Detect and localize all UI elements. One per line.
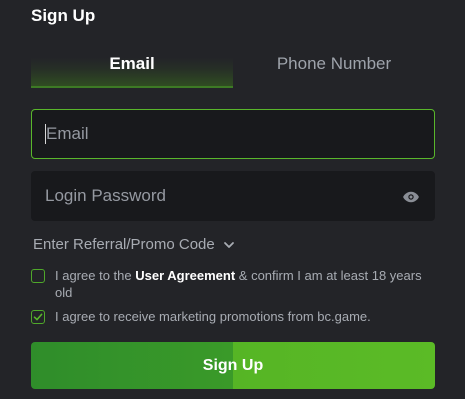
eye-icon[interactable] — [402, 188, 420, 206]
password-field[interactable] — [45, 186, 385, 206]
agreement-row: I agree to the User Agreement & confirm … — [31, 267, 441, 301]
checkmark-icon — [33, 313, 43, 321]
page-title: Sign Up — [31, 6, 96, 25]
email-field-container — [31, 109, 435, 159]
signup-method-tabs: Email Phone Number — [31, 48, 435, 90]
agreement-text: I agree to the User Agreement & confirm … — [55, 267, 441, 301]
signup-page: Sign Up Email Phone Number Enter Referra… — [0, 0, 465, 399]
tab-phone-number[interactable]: Phone Number — [233, 48, 435, 88]
tab-phone-number-label: Phone Number — [276, 54, 392, 73]
marketing-row: I agree to receive marketing promotions … — [31, 308, 441, 325]
email-field[interactable] — [46, 124, 386, 144]
password-field-container — [31, 171, 435, 221]
referral-code-toggle[interactable]: Enter Referral/Promo Code — [33, 236, 235, 253]
agreement-checkbox[interactable] — [31, 269, 45, 283]
sign-up-button-label: Sign Up — [202, 356, 264, 374]
user-agreement-link[interactable]: User Agreement — [135, 268, 235, 283]
marketing-checkbox[interactable] — [31, 310, 45, 324]
tab-email[interactable]: Email — [31, 48, 233, 88]
tab-email-label: Email — [109, 54, 155, 73]
marketing-text: I agree to receive marketing promotions … — [55, 309, 371, 324]
chevron-down-icon — [223, 241, 234, 248]
sign-up-button[interactable]: Sign Up — [31, 342, 435, 389]
referral-code-label: Enter Referral/Promo Code — [33, 236, 215, 253]
agreement-prefix: I agree to the — [55, 268, 136, 283]
